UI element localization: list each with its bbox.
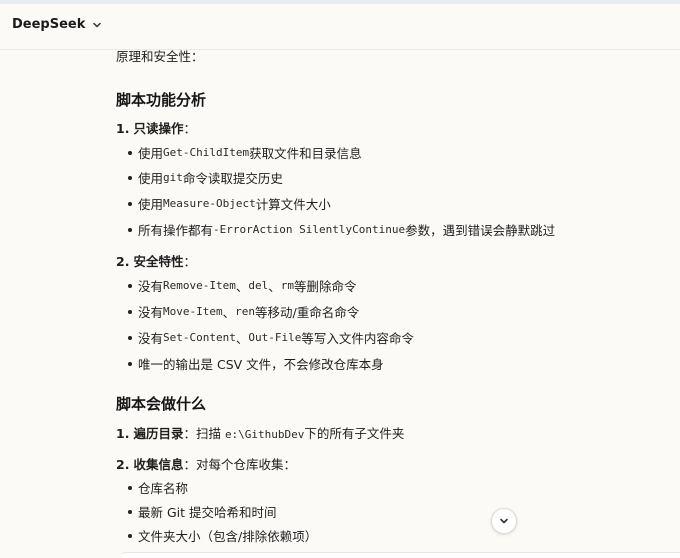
bullet-dot: [128, 509, 132, 514]
text: 没有: [138, 305, 164, 320]
text: 唯一的输出是 CSV 文件，不会修改仓库本身: [138, 357, 384, 372]
text: 等删除命令: [294, 279, 357, 294]
inline-code: ren: [235, 305, 256, 318]
text: 命令读取提交历史: [182, 171, 283, 186]
list-item-safety: 2. 安全特性：: [116, 251, 196, 270]
chevron-down-icon: [93, 22, 102, 27]
list-item: 文件夹大小（包含/排除依赖项）: [128, 526, 317, 545]
text: 计算文件大小: [255, 197, 331, 212]
text: 最新 Git 提交哈希和时间: [138, 505, 277, 520]
text: 下的所有子文件夹: [304, 426, 405, 441]
scroll-to-bottom-button[interactable]: [491, 508, 517, 534]
item-number: 2.: [116, 457, 130, 472]
list-item: 最新 Git 提交哈希和时间: [128, 502, 277, 521]
bullet-dot: [128, 335, 132, 340]
text: 、: [222, 305, 236, 320]
item-colon: ：对每个仓库收集：: [183, 457, 296, 472]
text: 使用: [138, 171, 164, 186]
list-item: 没有 Move-Item、 ren 等移动/重命名命令: [128, 302, 359, 321]
bullet-dot: [128, 227, 132, 232]
inline-code: Out-File: [248, 331, 302, 344]
inline-code: e:\GithubDev: [224, 428, 305, 441]
bullet-dot: [128, 533, 132, 538]
item-colon: ：: [183, 121, 196, 136]
inline-code: Remove-Item: [163, 279, 236, 292]
item-number: 1.: [116, 121, 130, 136]
arrow-down-icon: [500, 518, 508, 524]
text: 等移动/重命名命令: [255, 305, 360, 320]
inline-code: Set-Content: [163, 331, 236, 344]
item-title: 安全特性: [133, 254, 184, 269]
section-heading-function-analysis: 脚本功能分析: [116, 91, 207, 109]
input-area-edge: [120, 552, 680, 558]
app-header: DeepSeek: [0, 4, 680, 50]
text: 等写入文件内容命令: [301, 331, 414, 346]
bullet-dot: [128, 309, 132, 314]
inline-code: del: [248, 279, 269, 292]
intro-text: 原理和安全性：: [116, 49, 204, 64]
inline-code: Measure-Object: [163, 197, 256, 210]
inline-code: Move-Item: [163, 305, 223, 318]
list-item: 使用 Get-ChildItem 获取文件和目录信息: [128, 143, 362, 162]
text: 使用: [138, 197, 164, 212]
text: 参数，遇到错误会静默跳过: [405, 223, 556, 238]
text: 所有操作都有: [138, 223, 214, 238]
bullet-dot: [128, 150, 132, 155]
list-item-traverse: 1. 遍历目录：扫描 e:\GithubDev下的所有子文件夹: [116, 423, 404, 442]
list-item-collect: 2. 收集信息：对每个仓库收集：: [116, 454, 296, 473]
text: 使用: [138, 146, 164, 161]
item-title: 只读操作: [133, 121, 184, 136]
item-title: 收集信息: [133, 457, 184, 472]
model-selector[interactable]: DeepSeek: [12, 17, 103, 32]
text: 获取文件和目录信息: [249, 146, 362, 161]
bullet-dot: [128, 201, 132, 206]
bullet-dot: [128, 283, 132, 288]
list-item: 仓库名称: [128, 478, 188, 497]
brand-name: DeepSeek: [12, 17, 86, 32]
text: 没有: [138, 331, 164, 346]
inline-code: -ErrorAction SilentlyContinue: [213, 223, 406, 236]
inline-code: rm: [280, 279, 295, 292]
list-item: 使用 Measure-Object 计算文件大小: [128, 194, 331, 213]
list-item: 没有 Remove-Item、 del、 rm 等删除命令: [128, 276, 357, 295]
item-colon: ：: [183, 254, 196, 269]
list-item: 使用 git 命令读取提交历史: [128, 168, 283, 187]
list-item: 没有 Set-Content、 Out-File 等写入文件内容命令: [128, 328, 414, 347]
item-number: 1.: [116, 426, 130, 441]
inline-code: Get-ChildItem: [163, 146, 250, 159]
item-number: 2.: [116, 254, 130, 269]
section-heading-what-script-does: 脚本会做什么: [116, 395, 207, 413]
list-item-readonly: 1. 只读操作：: [116, 118, 196, 137]
bullet-dot: [128, 175, 132, 180]
bullet-dot: [128, 485, 132, 490]
text: 没有: [138, 279, 164, 294]
text: 、: [268, 279, 281, 294]
text: 文件夹大小（包含/排除依赖项）: [138, 529, 318, 544]
text: 、: [235, 331, 249, 346]
text: 、: [235, 279, 249, 294]
list-item: 唯一的输出是 CSV 文件，不会修改仓库本身: [128, 354, 384, 373]
inline-code: git: [163, 171, 183, 184]
list-item: 所有操作都有 -ErrorAction SilentlyContinue 参数，遇…: [128, 220, 555, 239]
item-colon: ：扫描: [183, 426, 225, 441]
item-title: 遍历目录: [133, 426, 184, 441]
bullet-dot: [128, 361, 132, 366]
text: 仓库名称: [138, 481, 189, 496]
